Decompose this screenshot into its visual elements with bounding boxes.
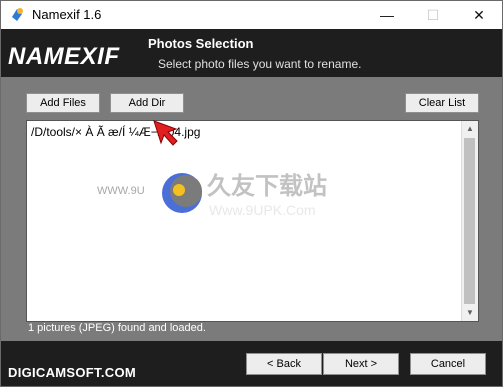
app-icon — [12, 8, 23, 21]
arrow-pointer-icon — [153, 120, 178, 146]
title-bar[interactable]: Namexif 1.6 — ☐ ✕ — [1, 1, 502, 29]
page-subtitle: Select photo files you want to rename. — [158, 57, 362, 71]
close-button[interactable]: ✕ — [456, 1, 502, 29]
window-title: Namexif 1.6 — [32, 7, 102, 22]
watermark-side-text: WWW.9U — [97, 185, 145, 197]
cancel-button[interactable]: Cancel — [410, 353, 486, 375]
watermark-title: 久友下载站 — [207, 173, 327, 200]
clear-list-button[interactable]: Clear List — [405, 93, 479, 113]
add-dir-button[interactable]: Add Dir — [110, 93, 184, 113]
watermark: 久友下载站 Www.9UPK.Com — [159, 164, 369, 224]
scrollbar-thumb[interactable] — [464, 138, 475, 304]
minimize-button[interactable]: — — [364, 1, 410, 29]
next-button[interactable]: Next > — [323, 353, 399, 375]
app-window: Namexif 1.6 — ☐ ✕ NAMEXIF Photos Selecti… — [0, 0, 503, 387]
vertical-scrollbar[interactable]: ▲ ▼ — [461, 121, 478, 321]
scroll-up-icon[interactable]: ▲ — [462, 121, 478, 137]
wizard-header: NAMEXIF Photos Selection Select photo fi… — [1, 29, 502, 77]
watermark-logo-icon — [162, 173, 202, 213]
add-files-button[interactable]: Add Files — [26, 93, 100, 113]
status-text: 1 pictures (JPEG) found and loaded. — [28, 322, 206, 334]
maximize-button[interactable]: ☐ — [410, 1, 456, 29]
company-logo: DIGICAMSOFT.COM — [8, 365, 136, 380]
scroll-down-icon[interactable]: ▼ — [462, 305, 478, 321]
page-title: Photos Selection — [148, 36, 254, 51]
wizard-footer: DIGICAMSOFT.COM < Back Next > Cancel — [1, 341, 502, 386]
app-logo: NAMEXIF — [8, 43, 120, 70]
back-button[interactable]: < Back — [246, 353, 322, 375]
watermark-url: Www.9UPK.Com — [209, 202, 316, 218]
